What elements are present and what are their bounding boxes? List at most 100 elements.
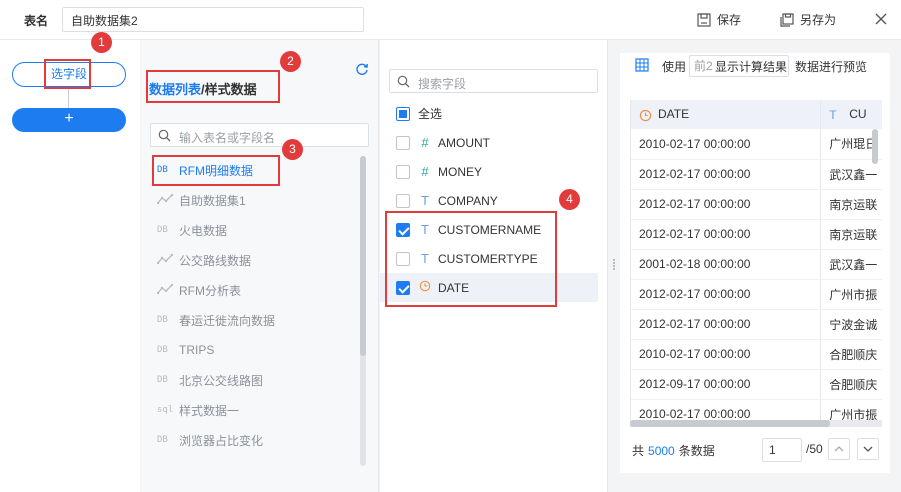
select-all-checkbox[interactable] xyxy=(396,106,410,121)
save-icon xyxy=(697,12,711,27)
field-name: AMOUNT xyxy=(438,135,490,150)
prev-page-button[interactable] xyxy=(828,438,850,460)
table-list-item-label: 样式数据一 xyxy=(179,403,240,418)
database-icon: DB xyxy=(157,345,168,355)
table-cell: 2010-02-17 00:00:00 xyxy=(631,129,822,160)
top-bar: 表名 自助数据集2 保存 另存为 xyxy=(0,0,901,40)
table-list-item[interactable]: DB 浏览器占比变化 xyxy=(141,425,379,455)
table-list-panel: 数据列表/样式数据 输入表名或字段名 DB RFM明细数据 自助数据集1 DB 火电数据… xyxy=(141,40,379,492)
drag-handle-right[interactable] xyxy=(613,258,617,272)
dataset-icon xyxy=(156,283,175,297)
next-page-button[interactable] xyxy=(857,438,879,460)
dataset-icon xyxy=(156,253,175,267)
table-row: 2001-02-18 00:00:00 武汉鑫一 xyxy=(631,249,882,280)
table-list-item-label: 北京公交线路图 xyxy=(179,373,264,388)
chevron-down-icon xyxy=(863,446,873,452)
field-name: MONEY xyxy=(438,164,483,179)
pagination: 共 5000 条数据 1 /50 xyxy=(630,436,885,462)
clock-icon xyxy=(639,109,652,121)
table-list-item[interactable]: DB 春运迁徙流向数据 xyxy=(141,305,379,335)
total-count: 共 5000 条数据 xyxy=(632,444,715,458)
table-list-scrollbar[interactable] xyxy=(360,156,366,466)
annotation-badge-3: 3 xyxy=(282,139,303,160)
number-type-icon: # xyxy=(421,135,429,150)
table-search-input[interactable]: 输入表名或字段名 xyxy=(150,123,369,147)
field-item[interactable]: # AMOUNT xyxy=(380,128,598,157)
field-checkbox[interactable] xyxy=(396,193,410,208)
page-number-input[interactable]: 1 xyxy=(762,438,802,462)
table-row: 2012-02-17 00:00:00 广州市振 xyxy=(631,279,882,310)
page-total: /50 xyxy=(806,442,823,456)
database-icon: DB xyxy=(157,375,168,385)
field-checkbox[interactable] xyxy=(396,164,410,179)
table-row: 2012-02-17 00:00:00 宁波金诚 xyxy=(631,309,882,340)
table-list-item[interactable]: RFM分析表 xyxy=(141,275,379,305)
table-list-item-label: 春运迁徙流向数据 xyxy=(179,313,276,328)
table-list-item-label: 公交路线数据 xyxy=(179,253,252,268)
table-row: 2012-02-17 00:00:00 南京运联 xyxy=(631,189,882,220)
table-row: 2012-02-17 00:00:00 南京运联 xyxy=(631,219,882,250)
field-checkbox[interactable] xyxy=(396,135,410,150)
annotation-badge-2: 2 xyxy=(280,51,301,72)
table-cell: 2012-09-17 00:00:00 xyxy=(631,369,822,400)
table-list-item[interactable]: DB 北京公交线路图 xyxy=(141,365,379,395)
table-row: 2012-09-17 00:00:00 合肥顺庆 xyxy=(631,369,882,400)
dataset-icon xyxy=(156,193,175,207)
table-list-item[interactable]: DB TRIPS xyxy=(141,335,379,365)
table-list-item[interactable]: 自助数据集1 xyxy=(141,185,379,215)
preview-horizontal-scrollbar[interactable] xyxy=(630,420,882,427)
table-row: 2012-02-17 00:00:00 武汉鑫一 xyxy=(631,159,882,190)
table-list-item-label: 火电数据 xyxy=(179,223,228,238)
show-computed-label[interactable]: 显示计算结果 xyxy=(715,58,787,75)
table-search-placeholder: 输入表名或字段名 xyxy=(179,131,276,145)
select-all-row[interactable]: 全选 xyxy=(380,99,598,128)
database-icon: DB xyxy=(157,225,168,235)
text-type-icon: T xyxy=(829,107,837,122)
close-icon[interactable] xyxy=(874,12,888,26)
annotation-badge-1: 1 xyxy=(91,32,112,53)
table-list-item-label: 自助数据集1 xyxy=(179,193,246,208)
annotation-box-3 xyxy=(152,155,280,186)
preview-vertical-scrollbar[interactable] xyxy=(872,129,878,419)
chevron-up-icon xyxy=(834,446,844,452)
field-search-input[interactable]: 搜索字段 xyxy=(389,69,598,93)
preview-use-label: 使用 xyxy=(662,60,687,74)
table-cell: 2010-02-17 00:00:00 xyxy=(631,339,822,370)
table-cell: 2010-02-17 00:00:00 xyxy=(631,399,822,420)
select-all-label: 全选 xyxy=(418,107,443,121)
table-list-item[interactable]: 公交路线数据 xyxy=(141,245,379,275)
save-button[interactable]: 保存 xyxy=(697,11,741,28)
table-cell: 2001-02-18 00:00:00 xyxy=(631,249,822,280)
table-cell: 2012-02-17 00:00:00 xyxy=(631,309,822,340)
preview-data-label: 数据进行预览 xyxy=(795,60,868,74)
search-icon xyxy=(158,129,171,142)
refresh-icon[interactable] xyxy=(355,62,369,76)
field-search-placeholder: 搜索字段 xyxy=(418,77,467,91)
table-cell: 2012-02-17 00:00:00 xyxy=(631,189,822,220)
preview-panel: 使用 前2 显示计算结果 数据进行预览 DATE T CU 2010-02-17 … xyxy=(620,53,890,473)
search-icon xyxy=(397,75,410,88)
annotation-box-2 xyxy=(146,70,280,103)
table-name-input[interactable]: 自助数据集2 xyxy=(62,7,364,32)
annotation-badge-4: 4 xyxy=(559,189,580,210)
table-list-item-label: RFM分析表 xyxy=(179,283,241,298)
step-connector xyxy=(68,87,69,108)
table-list-item[interactable]: DB 火电数据 xyxy=(141,215,379,245)
column-header-cu[interactable]: T CU xyxy=(820,100,882,129)
step-column: 选字段 + xyxy=(0,40,140,492)
column-header-date[interactable]: DATE xyxy=(631,100,822,129)
table-row: 2010-02-17 00:00:00 广州市振 xyxy=(631,399,882,420)
table-grid-icon xyxy=(635,58,649,72)
table-list: DB RFM明细数据 自助数据集1 DB 火电数据 公交路线数据 RFM分析表 DB 春运迁徙流… xyxy=(141,155,379,455)
table-list-item-label: 浏览器占比变化 xyxy=(179,433,264,448)
number-type-icon: # xyxy=(421,164,429,179)
database-icon: DB xyxy=(157,435,168,445)
table-row: 2010-02-17 00:00:00 广州琨日 xyxy=(631,129,882,160)
annotation-box-1 xyxy=(44,59,91,89)
add-step-button[interactable]: + xyxy=(12,108,126,132)
save-as-button[interactable]: 另存为 xyxy=(780,11,836,28)
table-list-item[interactable]: sql 样式数据一 xyxy=(141,395,379,425)
sql-icon: sql xyxy=(157,405,174,415)
field-item[interactable]: # MONEY xyxy=(380,157,598,186)
save-as-label: 另存为 xyxy=(800,13,837,27)
